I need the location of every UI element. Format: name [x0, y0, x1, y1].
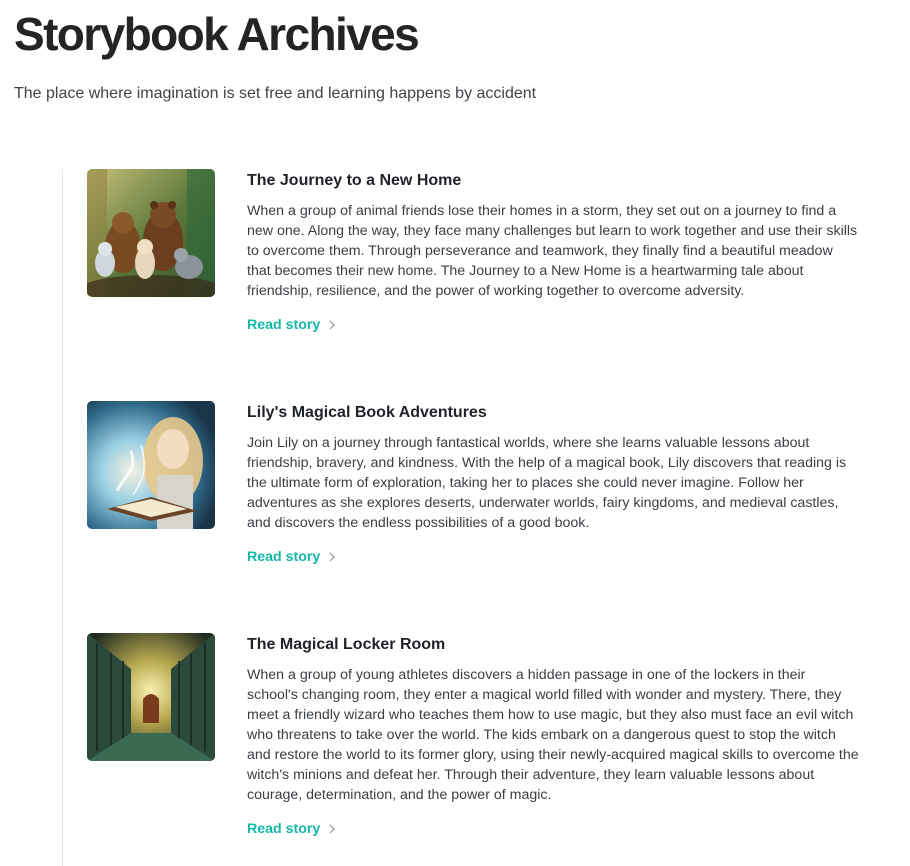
page-subtitle: The place where imagination is set free …: [14, 85, 537, 102]
story-description: When a group of animal friends lose thei…: [247, 203, 858, 299]
story-thumbnail[interactable]: [87, 633, 215, 761]
story-description: When a group of young athletes discovers…: [247, 667, 859, 803]
page-title: Storybook Archives: [14, 8, 420, 60]
read-story-link[interactable]: Read story: [247, 821, 337, 837]
story-thumbnail[interactable]: [87, 169, 215, 297]
story-content: The Journey to a New Home When a group o…: [247, 169, 859, 334]
story-title[interactable]: The Magical Locker Room: [247, 633, 859, 657]
story-content: The Magical Locker Room When a group of …: [247, 633, 859, 838]
read-story-label: Read story: [247, 821, 321, 837]
story-description: Join Lily on a journey through fantastic…: [247, 435, 847, 531]
chevron-right-icon: [329, 824, 336, 834]
animal-friends-illustration-icon: [87, 169, 215, 297]
locker-room-hallway-illustration-icon: [87, 633, 215, 761]
read-story-link[interactable]: Read story: [247, 317, 337, 333]
story-title[interactable]: Lily's Magical Book Adventures: [247, 401, 859, 425]
story-content: Lily's Magical Book Adventures Join Lily…: [247, 401, 859, 566]
chevron-right-icon: [329, 552, 336, 562]
read-story-label: Read story: [247, 549, 321, 565]
story-thumbnail[interactable]: [87, 401, 215, 529]
page: Storybook Archives The place where imagi…: [0, 0, 910, 866]
story-title[interactable]: The Journey to a New Home: [247, 169, 859, 193]
chevron-right-icon: [329, 320, 336, 330]
girl-with-magic-book-illustration-icon: [87, 401, 215, 529]
read-story-link[interactable]: Read story: [247, 549, 337, 565]
read-story-label: Read story: [247, 317, 321, 333]
timeline-line: [62, 169, 63, 866]
